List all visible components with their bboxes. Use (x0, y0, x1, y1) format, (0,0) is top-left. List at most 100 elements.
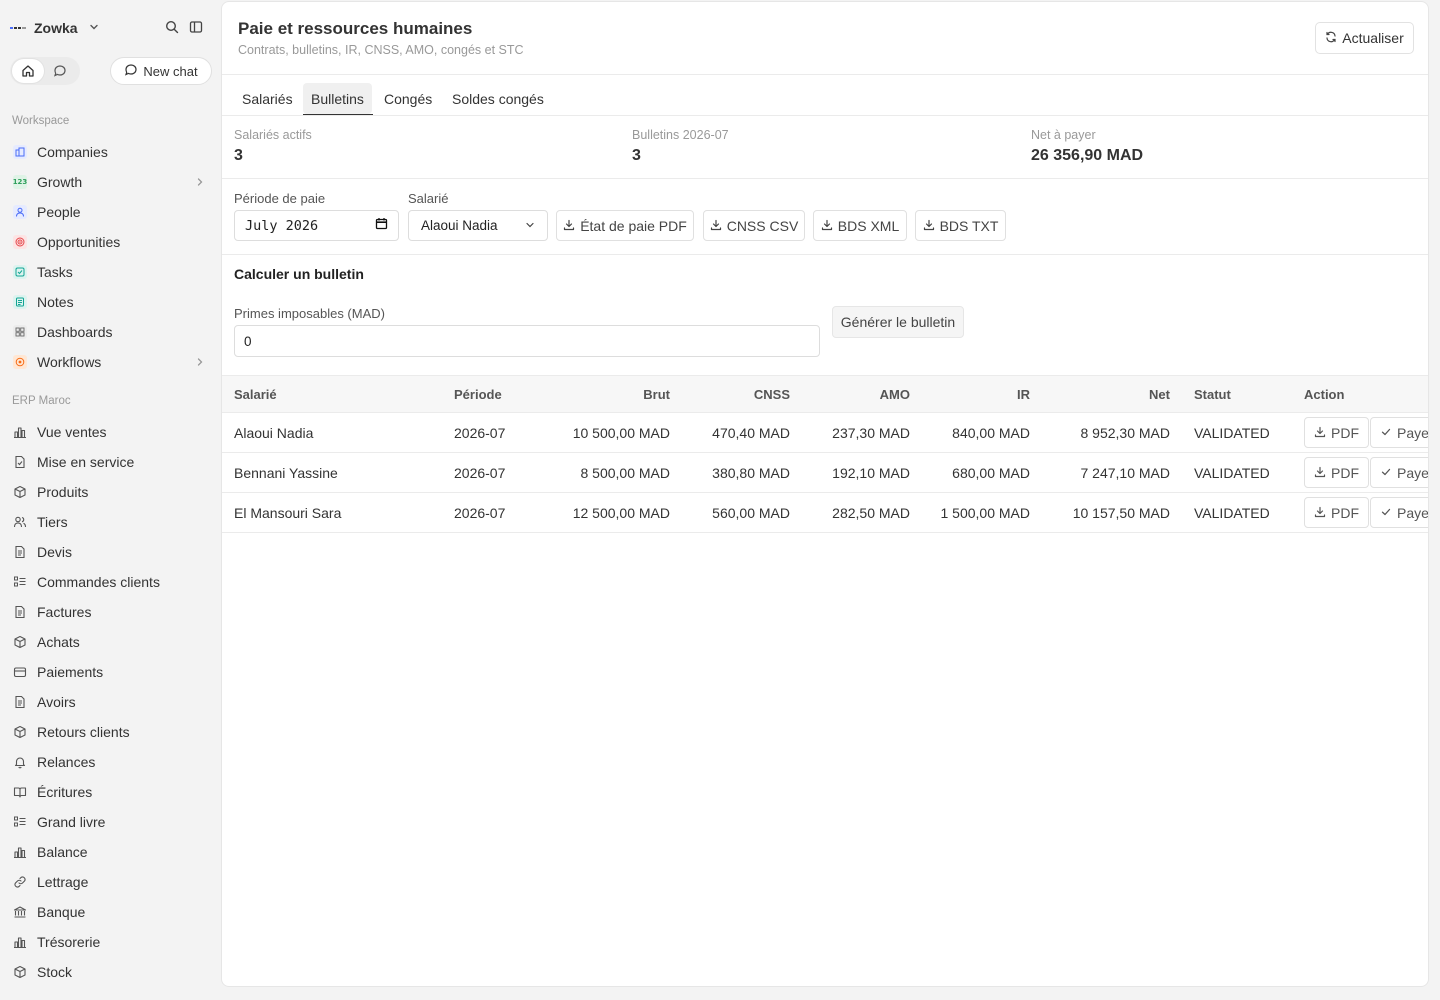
bar-chart-icon (13, 425, 27, 439)
download-icon (923, 218, 935, 234)
sidebar-item-people[interactable]: People (4, 198, 214, 226)
stat-label-net-to-pay: Net à payer (1031, 128, 1096, 142)
cell-ir: 840,00 MAD (952, 425, 1030, 441)
home-icon (22, 65, 34, 77)
search-icon[interactable] (164, 19, 180, 35)
sidebar-item-companies[interactable]: Companies (4, 138, 214, 166)
stat-label-bulletins: Bulletins 2026-07 (632, 128, 729, 142)
sidebar-item-stock[interactable]: Stock (4, 958, 214, 986)
sidebar-item-banque[interactable]: Banque (4, 898, 214, 926)
bonus-input[interactable]: 0 (234, 325, 820, 357)
sidebar-item-lettrage[interactable]: Lettrage (4, 868, 214, 896)
sidebar-item-relances[interactable]: Relances (4, 748, 214, 776)
cell-status: VALIDATED (1194, 425, 1270, 441)
sidebar-item-commandes-clients[interactable]: Commandes clients (4, 568, 214, 596)
employee-label: Salarié (408, 191, 449, 206)
tab-bulletins[interactable]: Bulletins (303, 83, 372, 114)
sidebar-item-growth[interactable]: 123 Growth (4, 168, 214, 196)
document-check-icon (13, 455, 27, 469)
column-header[interactable]: AMO (810, 387, 910, 402)
pay-button[interactable]: Payer (1370, 497, 1428, 528)
export-bds-xml-button[interactable]: BDS XML (813, 210, 907, 241)
cell-employee: Alaoui Nadia (234, 425, 314, 441)
column-header[interactable]: Statut (1194, 387, 1231, 402)
employee-select[interactable]: Alaoui Nadia (408, 210, 548, 241)
stat-label-active-employees: Salariés actifs (234, 128, 312, 142)
sidebar-item-mise-en-service[interactable]: Mise en service (4, 448, 214, 476)
bell-icon (13, 755, 27, 769)
home-button[interactable] (12, 59, 44, 83)
cell-gross: 12 500,00 MAD (572, 505, 670, 521)
column-header[interactable]: Salarié (234, 387, 277, 402)
sidebar-item-devis[interactable]: Devis (4, 538, 214, 566)
table-row[interactable]: El Mansouri Sara 2026-07 12 500,00 MAD 560,… (222, 493, 1428, 533)
export-cnss-csv-button[interactable]: CNSS CSV (703, 210, 805, 241)
sidebar: Zowka New chat Workspace Companies 123 G… (0, 0, 220, 1000)
sidebar-item-factures[interactable]: Factures (4, 598, 214, 626)
sidebar-item-vue-ventes[interactable]: Vue ventes (4, 418, 214, 446)
refresh-button[interactable]: Actualiser (1315, 22, 1414, 54)
download-pdf-button[interactable]: PDF (1304, 417, 1369, 448)
table-header: Salarié Période Brut CNSS AMO IR Net Sta… (222, 375, 1428, 413)
workflow-icon (13, 355, 27, 369)
cell-net: 8 952,30 MAD (1080, 425, 1171, 441)
sidebar-toggle-icon[interactable] (188, 19, 204, 35)
sidebar-item-ecritures[interactable]: Écritures (4, 778, 214, 806)
download-pdf-button[interactable]: PDF (1304, 497, 1369, 528)
pay-button[interactable]: Payer (1370, 457, 1428, 488)
cell-amo: 192,10 MAD (832, 465, 910, 481)
sidebar-item-grand-livre[interactable]: Grand livre (4, 808, 214, 836)
document-icon (13, 545, 27, 559)
sidebar-item-avoirs[interactable]: Avoirs (4, 688, 214, 716)
box-icon (13, 725, 27, 739)
sidebar-item-achats[interactable]: Achats (4, 628, 214, 656)
column-header[interactable]: Brut (570, 387, 670, 402)
column-header[interactable]: IR (930, 387, 1030, 402)
generate-bulletin-button[interactable]: Générer le bulletin (832, 306, 964, 338)
new-chat-button[interactable]: New chat (110, 57, 212, 85)
tab-conges[interactable]: Congés (376, 83, 440, 114)
main-panel: Paie et ressources humaines Contrats, bu… (221, 1, 1429, 987)
workspace-switcher[interactable]: Zowka (10, 16, 100, 40)
sidebar-item-workflows[interactable]: Workflows (4, 348, 214, 376)
cell-employee: El Mansouri Sara (234, 505, 342, 521)
sidebar-item-tresorerie[interactable]: Trésorerie (4, 928, 214, 956)
checkbox-icon (13, 265, 27, 279)
column-header[interactable]: Net (1050, 387, 1170, 402)
tab-salaries[interactable]: Salariés (234, 83, 301, 114)
export-payroll-pdf-button[interactable]: État de paie PDF (556, 210, 694, 241)
download-icon (710, 218, 722, 234)
sidebar-item-notes[interactable]: Notes (4, 288, 214, 316)
chevron-right-icon (194, 175, 206, 191)
sidebar-item-paiements[interactable]: Paiements (4, 658, 214, 686)
sidebar-item-retours-clients[interactable]: Retours clients (4, 718, 214, 746)
target-icon (13, 235, 27, 249)
sidebar-item-dashboards[interactable]: Dashboards (4, 318, 214, 346)
period-date-input[interactable]: July 2026 (234, 210, 399, 241)
sidebar-item-balance[interactable]: Balance (4, 838, 214, 866)
chevron-down-icon (88, 20, 100, 36)
chat-button[interactable] (44, 59, 76, 83)
cell-cnss: 560,00 MAD (712, 505, 790, 521)
download-pdf-button[interactable]: PDF (1304, 457, 1369, 488)
export-bds-txt-button[interactable]: BDS TXT (915, 210, 1006, 241)
list-check-icon (13, 815, 27, 829)
column-header[interactable]: CNSS (690, 387, 790, 402)
download-icon (821, 218, 833, 234)
sidebar-item-produits[interactable]: Produits (4, 478, 214, 506)
divider (222, 74, 1428, 75)
pay-button[interactable]: Payer (1370, 417, 1428, 448)
tab-soldes-conges[interactable]: Soldes congés (444, 83, 552, 114)
zowka-logo-icon (10, 23, 26, 33)
table-row[interactable]: Bennani Yassine 2026-07 8 500,00 MAD 380,80… (222, 453, 1428, 493)
table-row[interactable]: Alaoui Nadia 2026-07 10 500,00 MAD 470,40 M… (222, 413, 1428, 453)
sidebar-item-tiers[interactable]: Tiers (4, 508, 214, 536)
bar-chart-icon (13, 935, 27, 949)
cell-status: VALIDATED (1194, 505, 1270, 521)
sidebar-item-opportunities[interactable]: Opportunities (4, 228, 214, 256)
sidebar-item-tasks[interactable]: Tasks (4, 258, 214, 286)
column-header[interactable]: Période (454, 387, 502, 402)
calendar-icon[interactable] (375, 217, 388, 234)
cell-status: VALIDATED (1194, 465, 1270, 481)
cell-period: 2026-07 (454, 465, 506, 481)
